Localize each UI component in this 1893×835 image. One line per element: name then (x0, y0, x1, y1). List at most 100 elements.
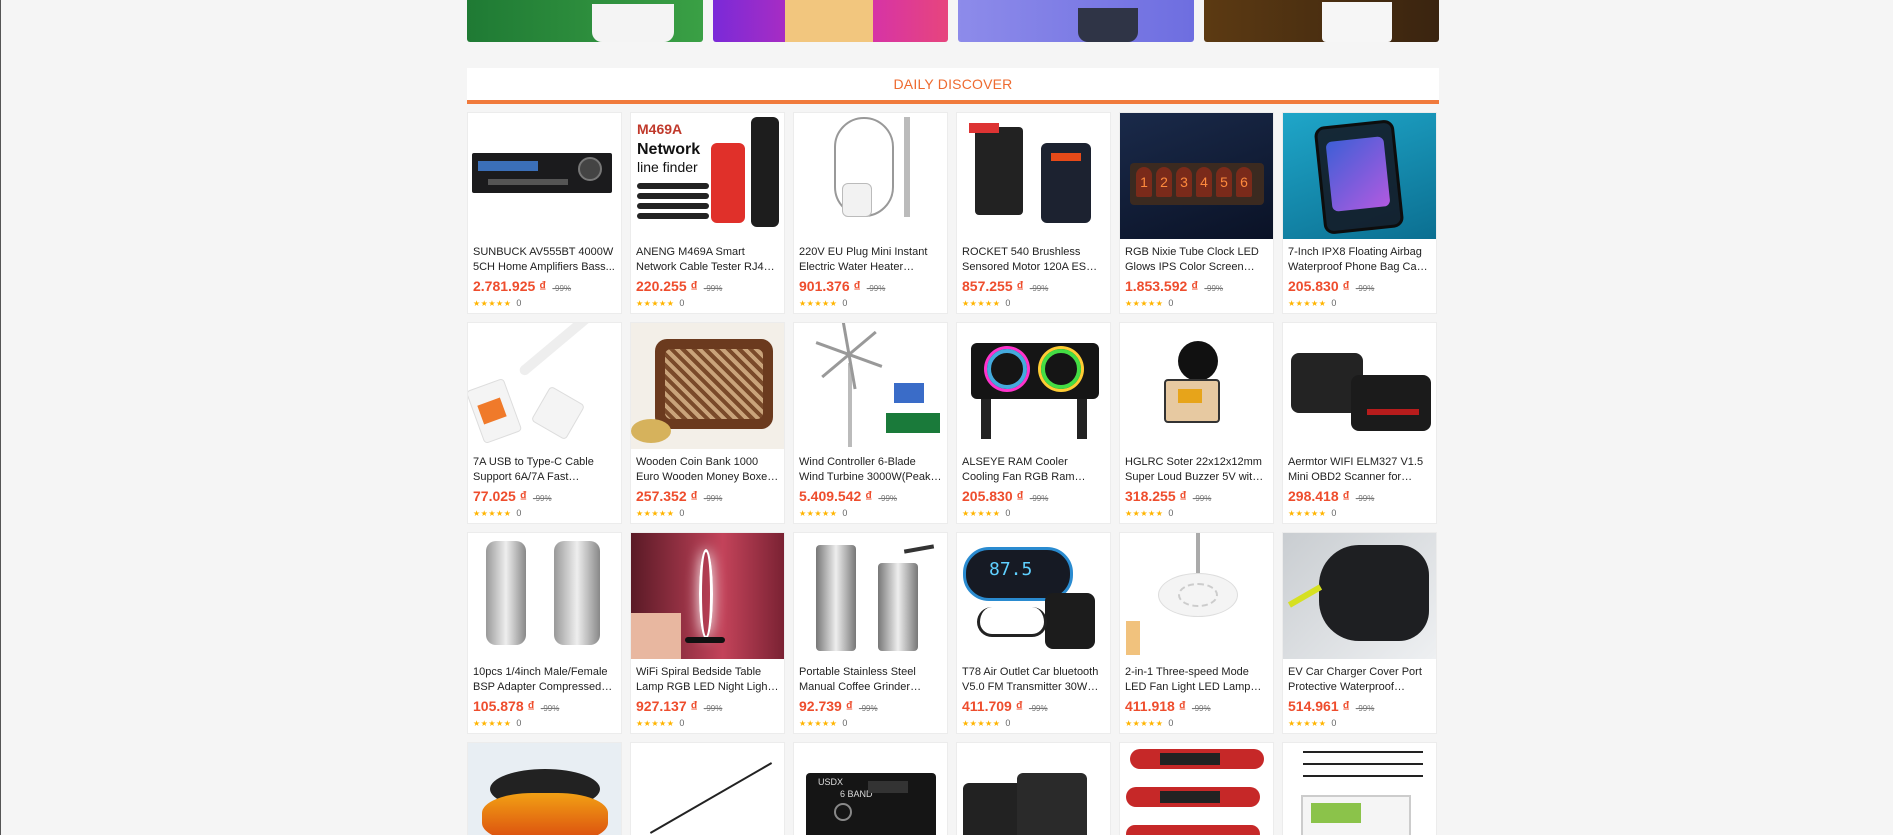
rating-stars: ★★★★★ (636, 508, 675, 518)
product-price: 411.918 ₫ (1125, 698, 1186, 714)
product-card[interactable]: EV Car Charger Cover Port Protective Wat… (1282, 532, 1437, 734)
product-image: M469A Network line finder (631, 113, 784, 239)
product-price: 2.781.925 ₫ (473, 278, 547, 294)
product-image (794, 113, 947, 239)
product-title: Portable Stainless Steel Manual Coffee G… (799, 666, 916, 693)
sold-count: 0 (516, 298, 522, 308)
product-card[interactable] (1282, 742, 1437, 835)
sold-count: 0 (1331, 298, 1337, 308)
banner-home-appliance[interactable] (712, 0, 948, 42)
product-grid: SUNBUCK AV555BT 4000W 5CH Home Amplifier… (467, 112, 1439, 835)
product-image (468, 113, 621, 239)
rating-stars: ★★★★★ (799, 508, 838, 518)
banner-device[interactable] (958, 0, 1194, 42)
product-discount: -99% (1355, 284, 1375, 293)
rating-stars: ★★★★★ (962, 718, 1001, 728)
nixie-digit: 1 (1136, 167, 1152, 197)
product-card[interactable] (630, 742, 785, 835)
earbuds-case-image (592, 4, 674, 42)
product-price: 205.830 ₫ (962, 488, 1024, 504)
banner-smart-display[interactable] (1203, 0, 1439, 42)
daily-discover-title: DAILY DISCOVER (893, 76, 1013, 92)
product-title: ANENG M469A Smart Network Cable Tester R… (636, 246, 770, 273)
rating-stars: ★★★★★ (1288, 718, 1327, 728)
fm-display-text: 87.5 (989, 559, 1033, 580)
product-price: 205.830 ₫ (1288, 278, 1350, 294)
product-image (468, 323, 621, 449)
product-title: Wind Controller 6-Blade Wind Turbine 300… (799, 456, 935, 483)
rating-stars: ★★★★★ (473, 298, 512, 308)
rating-stars: ★★★★★ (799, 718, 838, 728)
sold-count: 0 (516, 508, 522, 518)
product-card[interactable]: HGLRC Soter 22x12x12mm Super Loud Buzzer… (1119, 322, 1274, 524)
product-image (1120, 743, 1273, 835)
product-discount: -99% (532, 494, 552, 503)
product-card[interactable]: 220V EU Plug Mini Instant Electric Water… (793, 112, 948, 314)
product-card[interactable] (467, 742, 622, 835)
sold-count: 0 (1331, 508, 1337, 518)
product-discount: -99% (1029, 284, 1049, 293)
product-card[interactable]: 7A USB to Type-C Cable Support 6A/7A Fas… (467, 322, 622, 524)
product-image (957, 323, 1110, 449)
product-card[interactable]: 87.5 T78 Air Outlet Car bluetooth V5.0 F… (956, 532, 1111, 734)
sold-count: 0 (842, 508, 848, 518)
banner-earbuds[interactable] (467, 0, 703, 42)
daily-discover-header[interactable]: DAILY DISCOVER (467, 68, 1439, 104)
product-image: USDX 6 BAND (794, 743, 947, 835)
rating-stars: ★★★★★ (473, 508, 512, 518)
product-price: 257.352 ₫ (636, 488, 698, 504)
product-price: 220.255 ₫ (636, 278, 698, 294)
product-card[interactable]: ALSEYE RAM Cooler Cooling Fan RGB Ram Me… (956, 322, 1111, 524)
product-discount: -99% (866, 284, 886, 293)
product-card[interactable] (1119, 742, 1274, 835)
product-card[interactable]: Wooden Coin Bank 1000 Euro Wooden Money … (630, 322, 785, 524)
product-title: 7A USB to Type-C Cable Support 6A/7A Fas… (473, 456, 594, 483)
sold-count: 0 (1005, 718, 1011, 728)
product-card[interactable]: ROCKET 540 Brushless Sensored Motor 120A… (956, 112, 1111, 314)
product-image-text: M469A (637, 121, 683, 137)
product-image (631, 533, 784, 659)
product-discount: -99% (1191, 704, 1211, 713)
sold-count: 0 (1168, 298, 1174, 308)
product-image (468, 533, 621, 659)
product-card[interactable]: M469A Network line finder ANENG M469A Sm… (630, 112, 785, 314)
product-discount: -99% (1355, 494, 1375, 503)
product-discount: -99% (1204, 284, 1224, 293)
sold-count: 0 (679, 508, 685, 518)
rating-stars: ★★★★★ (636, 718, 675, 728)
product-image (631, 323, 784, 449)
product-card[interactable]: WiFi Spiral Bedside Table Lamp RGB LED N… (630, 532, 785, 734)
product-card[interactable]: Portable Stainless Steel Manual Coffee G… (793, 532, 948, 734)
product-image (794, 533, 947, 659)
rating-stars: ★★★★★ (962, 298, 1001, 308)
product-card[interactable]: Wind Controller 6-Blade Wind Turbine 300… (793, 322, 948, 524)
product-image (957, 113, 1110, 239)
product-card[interactable]: USDX 6 BAND (793, 742, 948, 835)
rating-stars: ★★★★★ (799, 298, 838, 308)
sold-count: 0 (516, 718, 522, 728)
product-price: 1.853.592 ₫ (1125, 278, 1199, 294)
product-price: 298.418 ₫ (1288, 488, 1350, 504)
product-card[interactable]: SUNBUCK AV555BT 4000W 5CH Home Amplifier… (467, 112, 622, 314)
appliance-box-image (784, 0, 873, 42)
product-card[interactable]: 10pcs 1/4inch Male/Female BSP Adapter Co… (467, 532, 622, 734)
product-card[interactable]: 1 2 3 4 5 6 RGB Nixie Tube Clock LED Glo… (1119, 112, 1274, 314)
product-title: T78 Air Outlet Car bluetooth V5.0 FM Tra… (962, 666, 1099, 693)
smart-display-image (1321, 2, 1392, 42)
product-image: 87.5 (957, 533, 1110, 659)
product-card[interactable] (956, 742, 1111, 835)
product-title: 7-Inch IPX8 Floating Airbag Waterproof P… (1288, 246, 1429, 273)
product-card[interactable]: 2-in-1 Three-speed Mode LED Fan Light LE… (1119, 532, 1274, 734)
product-title: WiFi Spiral Bedside Table Lamp RGB LED N… (636, 666, 771, 693)
rating-stars: ★★★★★ (1125, 508, 1164, 518)
product-price: 514.961 ₫ (1288, 698, 1350, 714)
product-card[interactable]: 7-Inch IPX8 Floating Airbag Waterproof P… (1282, 112, 1437, 314)
product-image (1120, 323, 1273, 449)
product-card[interactable]: Aermtor WIFI ELM327 V1.5 Mini OBD2 Scann… (1282, 322, 1437, 524)
product-discount: -99% (1355, 704, 1375, 713)
product-title: SUNBUCK AV555BT 4000W 5CH Home Amplifier… (473, 246, 615, 273)
sold-count: 0 (842, 298, 848, 308)
nixie-digit: 6 (1236, 167, 1252, 197)
product-image (631, 743, 784, 835)
product-image (1283, 743, 1436, 835)
